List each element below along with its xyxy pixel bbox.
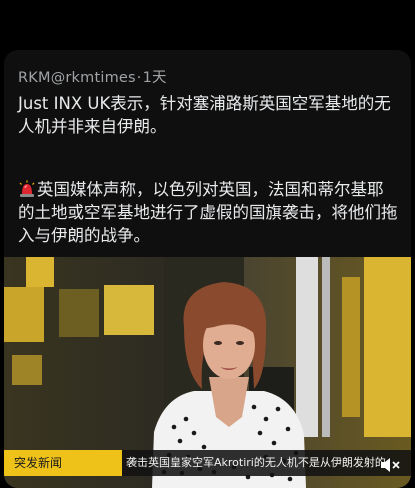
tweet-card[interactable]: RKM@rkmtimes·1天 Just INX UK表示，针对塞浦路斯英国空军… [4,50,411,488]
tweet-text-paragraph-2: 英国媒体声称，以色列对英国，法国和蒂尔基耶的土地或空军基地进行了虚假的国旗袭击，… [18,178,398,247]
police-light-icon [18,180,36,198]
tweet-meta: RKM@rkmtimes·1天 [18,66,167,87]
news-ticker: 袭击英国皇家空军Akrotiri的无人机不是从伊朗发射的 [122,450,411,476]
post-time[interactable]: 1天 [143,70,167,86]
tweet-text-paragraph-1: Just INX UK表示，针对塞浦路斯英国空军基地的无人机并非来自伊朗。 [18,94,391,136]
breaking-news-badge: 突发新闻 [4,450,122,476]
meta-separator: · [136,70,142,86]
speaker-muted-icon[interactable] [379,456,401,474]
author-handle[interactable]: RKM@rkmtimes [18,70,136,86]
tweet-text-paragraph-2-body: 英国媒体声称，以色列对英国，法国和蒂尔基耶的土地或空军基地进行了虚假的国旗袭击，… [18,180,398,245]
video-player[interactable]: 突发新闻 袭击英国皇家空军Akrotiri的无人机不是从伊朗发射的 [4,257,411,488]
